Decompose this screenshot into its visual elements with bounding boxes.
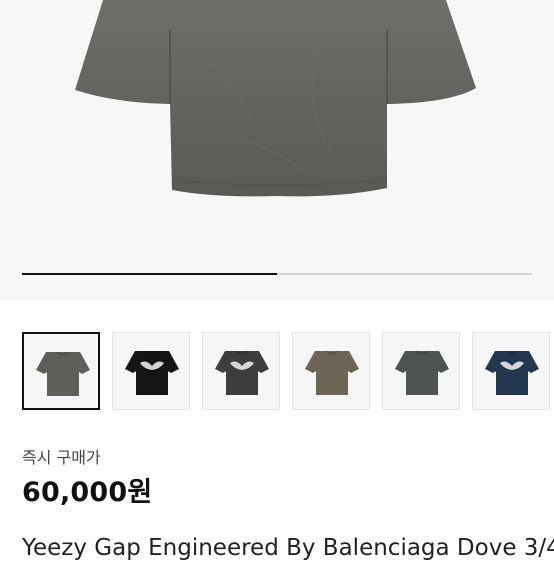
gallery-progress-fill (22, 273, 277, 275)
shirt-body (75, 0, 476, 197)
thumbnail-shirt-image (215, 350, 269, 395)
thumbnail-shirt-image (36, 351, 90, 396)
thumbnail-black-dove-shirt[interactable] (112, 332, 190, 410)
thumbnail-charcoal-shirt[interactable] (22, 332, 100, 410)
shirt-image (75, 0, 476, 197)
thumbnail-shirt-image (305, 350, 359, 395)
thumbnail-brown-shirt[interactable] (292, 332, 370, 410)
thumbnail-shirt-image (395, 350, 449, 395)
thumbnail-slate-gray-shirt[interactable] (382, 332, 460, 410)
thumbnail-dark-gray-dove-shirt[interactable] (202, 332, 280, 410)
price: 60,000원 (22, 477, 153, 508)
product-title[interactable]: Yeezy Gap Engineered By Balenciaga Dove … (22, 535, 554, 561)
thumbnail-navy-dove-shirt[interactable] (472, 332, 550, 410)
instant-buy-price-label: 즉시 구매가 (22, 448, 101, 467)
thumbnail-shirt-image (125, 350, 179, 395)
product-image[interactable] (0, 0, 554, 300)
gallery-progress-bar (22, 273, 532, 275)
thumbnail-shirt-image (485, 350, 539, 395)
thumbnail-strip[interactable] (0, 300, 554, 434)
